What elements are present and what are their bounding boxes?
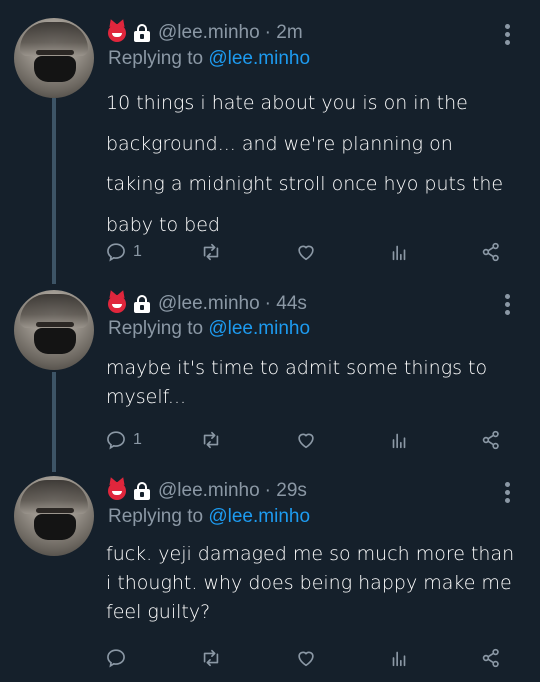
replying-to: Replying to @lee.minho	[108, 318, 311, 339]
share-icon	[482, 430, 499, 450]
like-button[interactable]	[295, 428, 317, 452]
analytics-icon	[392, 245, 406, 261]
devil-emoji-icon	[108, 24, 126, 42]
replying-to-mention[interactable]: @lee.minho	[208, 48, 310, 69]
analytics-icon	[392, 651, 406, 667]
reply-count: 1	[133, 431, 142, 448]
share-icon	[482, 648, 499, 668]
heart-icon	[298, 245, 314, 261]
retweet-icon	[203, 243, 219, 261]
replying-to-mention[interactable]: @lee.minho	[208, 506, 310, 527]
lock-icon	[134, 24, 150, 42]
like-button[interactable]	[295, 240, 317, 264]
tweet-text: maybe it's time to admit some things to …	[106, 357, 488, 408]
tweet-time[interactable]: · 29s	[265, 480, 307, 502]
more-icon[interactable]	[504, 294, 512, 318]
tweet[interactable]: @lee.minho · 29s Replying to @lee.minho …	[0, 470, 540, 682]
user-handle[interactable]: @lee.minho	[158, 22, 260, 44]
replying-to: Replying to @lee.minho	[108, 506, 311, 527]
user-handle[interactable]: @lee.minho	[158, 293, 260, 315]
lock-icon	[134, 482, 150, 500]
tweet-text: 10 things i hate about you is on in the …	[106, 92, 504, 236]
like-button[interactable]	[295, 646, 317, 670]
analytics-button[interactable]	[388, 428, 410, 452]
tweet-actions: 1	[105, 240, 505, 264]
share-icon	[482, 242, 499, 262]
replying-to-mention[interactable]: @lee.minho	[208, 318, 310, 339]
analytics-button[interactable]	[388, 646, 410, 670]
tweet-actions: 1	[105, 428, 505, 452]
reply-icon	[107, 431, 125, 450]
reply-count: 1	[133, 243, 142, 260]
analytics-button[interactable]	[388, 240, 410, 264]
tweet-time[interactable]: · 2m	[265, 22, 303, 44]
heart-icon	[298, 651, 314, 667]
share-button[interactable]	[480, 646, 502, 670]
tweet-header: @lee.minho · 44s	[108, 293, 307, 315]
reply-button[interactable]: 1	[105, 428, 142, 452]
retweet-button[interactable]	[200, 646, 222, 670]
reply-button[interactable]: 1	[105, 240, 142, 264]
share-button[interactable]	[480, 428, 502, 452]
reply-icon	[107, 243, 125, 262]
replying-to: Replying to @lee.minho	[108, 48, 311, 69]
more-icon[interactable]	[504, 24, 512, 48]
tweet[interactable]: @lee.minho · 44s Replying to @lee.minho …	[0, 280, 540, 470]
more-icon[interactable]	[504, 482, 512, 506]
tweet-actions	[105, 646, 505, 670]
share-button[interactable]	[480, 240, 502, 264]
reply-icon	[107, 649, 125, 668]
analytics-icon	[392, 433, 406, 449]
retweet-button[interactable]	[200, 240, 222, 264]
tweet-header: @lee.minho · 29s	[108, 480, 307, 502]
retweet-icon	[203, 431, 219, 449]
retweet-icon	[203, 649, 219, 667]
devil-emoji-icon	[108, 482, 126, 500]
avatar[interactable]	[14, 290, 94, 370]
lock-icon	[134, 295, 150, 313]
heart-icon	[298, 433, 314, 449]
avatar[interactable]	[14, 18, 94, 98]
retweet-button[interactable]	[200, 428, 222, 452]
tweet-header: @lee.minho · 2m	[108, 22, 303, 44]
devil-emoji-icon	[108, 295, 126, 313]
avatar[interactable]	[14, 476, 94, 556]
tweet[interactable]: @lee.minho · 2m Replying to @lee.minho 1…	[0, 0, 540, 280]
reply-button[interactable]	[105, 646, 133, 670]
tweet-text: fuck. yeji damaged me so much more than …	[106, 543, 515, 623]
tweet-time[interactable]: · 44s	[265, 293, 307, 315]
user-handle[interactable]: @lee.minho	[158, 480, 260, 502]
